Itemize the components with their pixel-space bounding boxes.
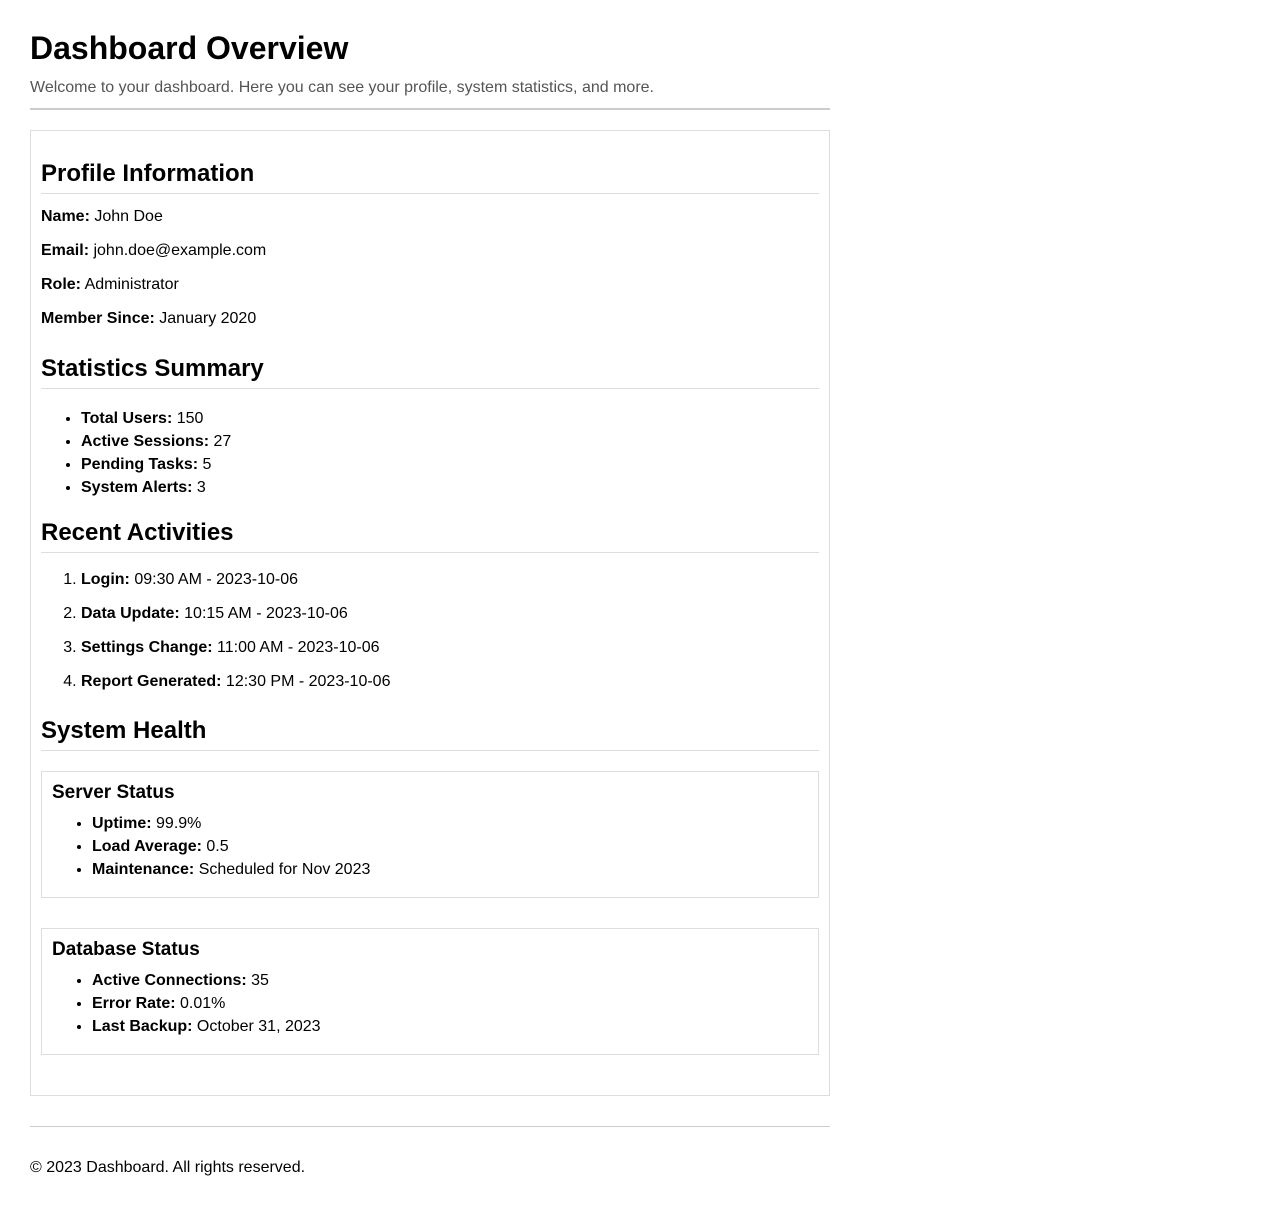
activity-label: Settings Change: xyxy=(81,639,213,656)
database-status-list: Active Connections: 35 Error Rate: 0.01%… xyxy=(52,969,808,1038)
activity-label: Login: xyxy=(81,571,130,588)
activities-list: Login: 09:30 AM - 2023-10-06 Data Update… xyxy=(41,571,819,691)
database-item-value: October 31, 2023 xyxy=(196,1018,321,1035)
database-status-card: Database Status Active Connections: 35 E… xyxy=(41,928,819,1055)
page-title: Dashboard Overview xyxy=(30,30,349,66)
server-uptime: Uptime: 99.9% xyxy=(92,812,808,835)
stat-pending-tasks: Pending Tasks: 5 xyxy=(81,453,819,476)
profile-email-value: john.doe@example.com xyxy=(93,242,267,259)
activity-settings-change: Settings Change: 11:00 AM - 2023-10-06 xyxy=(81,639,819,657)
server-item-value: Scheduled for Nov 2023 xyxy=(198,861,371,878)
database-item-label: Error Rate: xyxy=(92,995,176,1012)
profile-section: Profile Information Name: John Doe Email… xyxy=(41,159,819,328)
server-item-label: Uptime: xyxy=(92,815,152,832)
stat-value: 27 xyxy=(213,433,232,450)
database-item-label: Last Backup: xyxy=(92,1018,193,1035)
profile-role: Role: Administrator xyxy=(41,276,819,294)
server-status-card: Server Status Uptime: 99.9% Load Average… xyxy=(41,771,819,898)
system-health-section: System Health Server Status Uptime: 99.9… xyxy=(41,716,819,1055)
server-item-value: 99.9% xyxy=(156,815,202,832)
server-item-label: Maintenance: xyxy=(92,861,195,878)
database-item-label: Active Connections: xyxy=(92,972,247,989)
profile-role-label: Role: xyxy=(41,276,81,293)
stat-system-alerts: System Alerts: 3 xyxy=(81,476,819,499)
server-load-average: Load Average: 0.5 xyxy=(92,835,808,858)
database-status-title: Database Status xyxy=(52,939,200,960)
activity-value: 10:15 AM - 2023-10-06 xyxy=(184,605,348,622)
stat-label: Pending Tasks: xyxy=(81,456,199,473)
activity-value: 09:30 AM - 2023-10-06 xyxy=(134,571,298,588)
statistics-heading: Statistics Summary xyxy=(41,354,819,389)
page-subtitle: Welcome to your dashboard. Here you can … xyxy=(30,79,654,96)
database-item-value: 35 xyxy=(251,972,269,989)
stat-label: Active Sessions: xyxy=(81,433,210,450)
activity-data-update: Data Update: 10:15 AM - 2023-10-06 xyxy=(81,605,819,623)
activity-report-generated: Report Generated: 12:30 PM - 2023-10-06 xyxy=(81,673,819,691)
system-health-heading: System Health xyxy=(41,716,819,751)
profile-email: Email: john.doe@example.com xyxy=(41,242,819,260)
footer-copyright: © 2023 Dashboard. All rights reserved. xyxy=(30,1159,306,1176)
stat-label: Total Users: xyxy=(81,410,173,427)
database-item-value: 0.01% xyxy=(180,995,226,1012)
dashboard-page: Dashboard Overview Welcome to your dashb… xyxy=(30,0,830,1177)
stat-total-users: Total Users: 150 xyxy=(81,407,819,430)
profile-heading: Profile Information xyxy=(41,159,819,194)
activity-login: Login: 09:30 AM - 2023-10-06 xyxy=(81,571,819,589)
stat-value: 5 xyxy=(202,456,212,473)
server-maintenance: Maintenance: Scheduled for Nov 2023 xyxy=(92,858,808,881)
profile-name-value: John Doe xyxy=(94,208,163,225)
activities-section: Recent Activities Login: 09:30 AM - 2023… xyxy=(41,518,819,691)
server-item-value: 0.5 xyxy=(206,838,229,855)
profile-email-label: Email: xyxy=(41,242,90,259)
profile-name: Name: John Doe xyxy=(41,208,819,226)
server-status-list: Uptime: 99.9% Load Average: 0.5 Maintena… xyxy=(52,812,808,881)
stat-value: 3 xyxy=(196,479,206,496)
database-error-rate: Error Rate: 0.01% xyxy=(92,992,808,1015)
page-footer: © 2023 Dashboard. All rights reserved. xyxy=(30,1126,830,1177)
profile-role-value: Administrator xyxy=(84,276,179,293)
server-status-title: Server Status xyxy=(52,782,175,803)
main-panel: Profile Information Name: John Doe Email… xyxy=(30,130,830,1096)
profile-member-since-value: January 2020 xyxy=(159,310,257,327)
database-active-connections: Active Connections: 35 xyxy=(92,969,808,992)
activity-value: 12:30 PM - 2023-10-06 xyxy=(225,673,391,690)
activities-heading: Recent Activities xyxy=(41,518,819,553)
stat-active-sessions: Active Sessions: 27 xyxy=(81,430,819,453)
database-last-backup: Last Backup: October 31, 2023 xyxy=(92,1015,808,1038)
profile-name-label: Name: xyxy=(41,208,90,225)
page-header: Dashboard Overview Welcome to your dashb… xyxy=(30,30,830,110)
stat-value: 150 xyxy=(176,410,204,427)
activity-label: Data Update: xyxy=(81,605,180,622)
activity-value: 11:00 AM - 2023-10-06 xyxy=(217,639,380,656)
server-item-label: Load Average: xyxy=(92,838,202,855)
profile-member-since-label: Member Since: xyxy=(41,310,155,327)
activity-label: Report Generated: xyxy=(81,673,222,690)
statistics-list: Total Users: 150 Active Sessions: 27 Pen… xyxy=(41,407,819,499)
statistics-section: Statistics Summary Total Users: 150 Acti… xyxy=(41,354,819,499)
stat-label: System Alerts: xyxy=(81,479,193,496)
profile-member-since: Member Since: January 2020 xyxy=(41,310,819,328)
